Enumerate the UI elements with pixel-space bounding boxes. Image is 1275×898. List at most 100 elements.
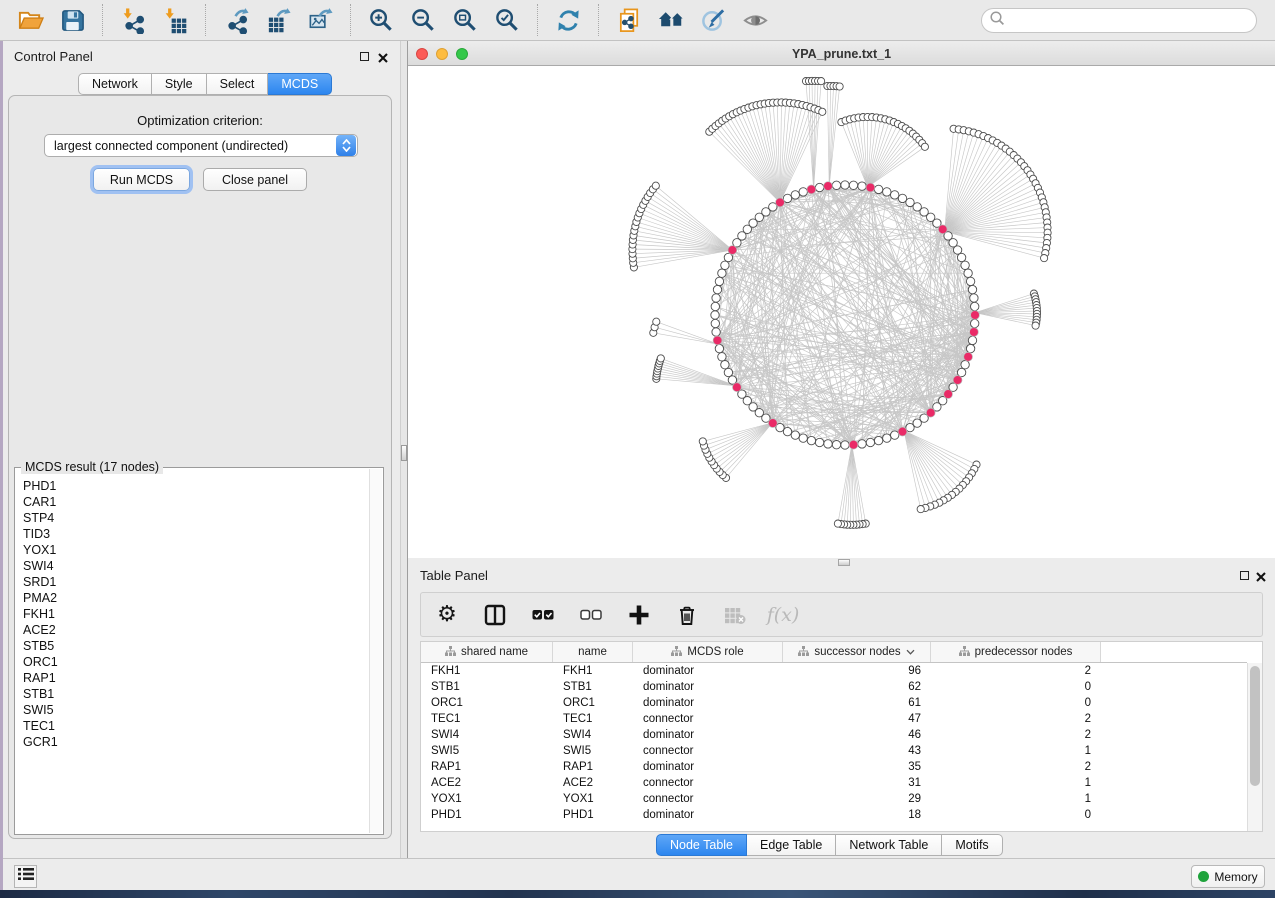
- column-layout-icon[interactable]: [483, 603, 507, 627]
- table-row[interactable]: YOX1YOX1connector291: [421, 791, 1247, 807]
- cell-name: SWI5: [553, 743, 633, 759]
- tab-network[interactable]: Network: [78, 73, 152, 95]
- show-panels-button[interactable]: [14, 865, 37, 888]
- control-panel-float-icon[interactable]: [360, 52, 369, 61]
- cell-predecessor-nodes: 0: [931, 679, 1101, 695]
- sort-desc-icon: [906, 646, 915, 658]
- result-item[interactable]: GCR1: [16, 734, 369, 750]
- result-item[interactable]: RAP1: [16, 670, 369, 686]
- control-panel-title: Control Panel: [14, 49, 93, 64]
- column-header-predecessor-nodes[interactable]: predecessor nodes: [931, 642, 1101, 662]
- tab-mcds[interactable]: MCDS: [268, 73, 332, 95]
- style-preview-icon[interactable]: [692, 4, 734, 36]
- memory-label: Memory: [1214, 870, 1257, 884]
- search-input[interactable]: [1005, 11, 1256, 31]
- network-canvas[interactable]: [408, 66, 1275, 558]
- control-panel-tabbar: NetworkStyleSelectMCDS: [78, 73, 332, 95]
- zoom-in-icon[interactable]: [360, 4, 402, 36]
- result-item[interactable]: STB1: [16, 686, 369, 702]
- table-row[interactable]: SWI5SWI5connector431: [421, 743, 1247, 759]
- table-row[interactable]: PHD1PHD1dominator180: [421, 807, 1247, 823]
- cell-shared-name: STB1: [421, 679, 553, 695]
- cell-MCDS-role: dominator: [633, 759, 783, 775]
- tab-style[interactable]: Style: [152, 73, 207, 95]
- table-row[interactable]: SWI4SWI4dominator462: [421, 727, 1247, 743]
- export-table-icon[interactable]: [257, 4, 299, 36]
- tab-select[interactable]: Select: [207, 73, 269, 95]
- table-row[interactable]: FKH1FKH1dominator962: [421, 663, 1247, 679]
- result-item[interactable]: SWI5: [16, 702, 369, 718]
- close-panel-button[interactable]: Close panel: [203, 168, 307, 191]
- optimization-criterion-dropdown[interactable]: largest connected component (undirected): [44, 134, 358, 157]
- splitter-grip[interactable]: [401, 445, 407, 461]
- result-item[interactable]: ACE2: [16, 622, 369, 638]
- open-file-icon[interactable]: [9, 4, 51, 36]
- result-item[interactable]: FKH1: [16, 606, 369, 622]
- cell-MCDS-role: dominator: [633, 727, 783, 743]
- result-item[interactable]: TEC1: [16, 718, 369, 734]
- table-row[interactable]: ORC1ORC1dominator610: [421, 695, 1247, 711]
- cell-predecessor-nodes: 2: [931, 663, 1101, 679]
- tab-motifs[interactable]: Motifs: [942, 834, 1002, 856]
- home-networks-icon[interactable]: [650, 4, 692, 36]
- table-row[interactable]: RAP1RAP1dominator352: [421, 759, 1247, 775]
- save-session-icon[interactable]: [51, 4, 93, 36]
- delete-column-icon[interactable]: [675, 603, 699, 627]
- table-panel-close-icon[interactable]: [1256, 569, 1266, 587]
- result-item[interactable]: TID3: [16, 526, 369, 542]
- result-item[interactable]: PMA2: [16, 590, 369, 606]
- import-table-icon[interactable]: [154, 4, 196, 36]
- result-item[interactable]: CAR1: [16, 494, 369, 510]
- column-header-name[interactable]: name: [553, 642, 633, 662]
- result-item[interactable]: STP4: [16, 510, 369, 526]
- cell-shared-name: SWI5: [421, 743, 553, 759]
- cell-shared-name: SWI4: [421, 727, 553, 743]
- cell-shared-name: FKH1: [421, 663, 553, 679]
- hide-preview-icon[interactable]: [734, 4, 776, 36]
- tab-edge-table[interactable]: Edge Table: [747, 834, 836, 856]
- settings-gear-icon[interactable]: ⚙: [435, 603, 459, 627]
- result-item[interactable]: YOX1: [16, 542, 369, 558]
- table-panel-title: Table Panel: [420, 568, 488, 583]
- result-item[interactable]: SWI4: [16, 558, 369, 574]
- column-header-shared-name[interactable]: shared name: [421, 642, 553, 662]
- add-column-icon[interactable]: [627, 603, 651, 627]
- scrollbar-thumb[interactable]: [1250, 666, 1260, 786]
- result-item[interactable]: SRD1: [16, 574, 369, 590]
- result-item[interactable]: ORC1: [16, 654, 369, 670]
- zoom-selected-icon[interactable]: [486, 4, 528, 36]
- list-icon: [18, 867, 34, 886]
- column-header-MCDS-role[interactable]: MCDS role: [633, 642, 783, 662]
- zoom-fit-icon[interactable]: [444, 4, 486, 36]
- vertical-splitter[interactable]: [400, 41, 408, 858]
- export-image-icon[interactable]: [299, 4, 341, 36]
- horizontal-splitter[interactable]: [838, 559, 850, 566]
- select-all-icon[interactable]: [531, 603, 555, 627]
- cell-shared-name: PHD1: [421, 807, 553, 823]
- column-label: successor nodes: [814, 646, 900, 658]
- cell-predecessor-nodes: 2: [931, 759, 1101, 775]
- result-item[interactable]: PHD1: [16, 478, 369, 494]
- run-mcds-button[interactable]: Run MCDS: [93, 168, 190, 191]
- memory-button[interactable]: Memory: [1191, 865, 1265, 888]
- dropdown-stepper-icon: [336, 135, 356, 156]
- mcds-result-scrollbar[interactable]: [369, 469, 382, 833]
- tab-network-table[interactable]: Network Table: [836, 834, 942, 856]
- cell-MCDS-role: dominator: [633, 807, 783, 823]
- import-network-icon[interactable]: [112, 4, 154, 36]
- table-row[interactable]: ACE2ACE2connector311: [421, 775, 1247, 791]
- deselect-all-icon[interactable]: [579, 603, 603, 627]
- column-header-successor-nodes[interactable]: successor nodes: [783, 642, 931, 662]
- zoom-out-icon[interactable]: [402, 4, 444, 36]
- result-item[interactable]: STB5: [16, 638, 369, 654]
- table-panel-float-icon[interactable]: [1240, 571, 1249, 580]
- node-table-scrollbar[interactable]: [1247, 663, 1262, 831]
- export-network-icon[interactable]: [215, 4, 257, 36]
- tab-node-table[interactable]: Node Table: [656, 834, 747, 856]
- mcds-result-box: PHD1CAR1STP4TID3YOX1SWI4SRD1PMA2FKH1ACE2…: [14, 467, 384, 835]
- refresh-network-icon[interactable]: [547, 4, 589, 36]
- control-panel-close-icon[interactable]: [378, 50, 388, 68]
- network-from-file-icon[interactable]: [608, 4, 650, 36]
- table-row[interactable]: STB1STB1dominator620: [421, 679, 1247, 695]
- table-row[interactable]: TEC1TEC1connector472: [421, 711, 1247, 727]
